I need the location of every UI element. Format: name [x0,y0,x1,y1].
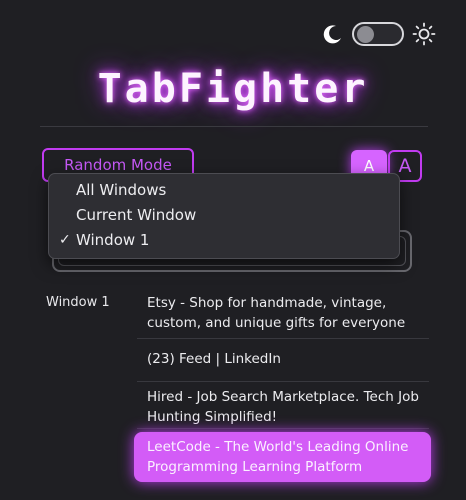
toggle-knob [357,26,374,43]
moon-icon [322,23,344,45]
menu-item-current-window[interactable]: Current Window [49,203,399,228]
tab-divider [137,338,429,339]
tab-item[interactable]: Hired - Job Search Marketplace. Tech Job… [137,387,429,427]
tab-divider [137,381,429,382]
tab-divider [137,428,429,429]
menu-item-label: Current Window [76,206,197,224]
theme-switcher [322,22,436,46]
tab-item-active[interactable]: LeetCode - The World's Leading Online Pr… [134,432,431,482]
sun-icon [412,22,436,46]
menu-item-label: All Windows [76,181,167,199]
window-dropdown-menu: All Windows Current Window ✓ Window 1 [48,173,400,259]
tab-item[interactable]: (23) Feed | LinkedIn [137,349,429,369]
divider [40,126,428,127]
theme-toggle[interactable] [352,22,404,46]
tab-item[interactable]: Etsy - Shop for handmade, vintage, custo… [137,293,429,333]
window-group-label: Window 1 [46,295,110,310]
menu-item-all-windows[interactable]: All Windows [49,178,399,203]
checkmark-icon: ✓ [59,232,71,248]
menu-item-label: Window 1 [76,231,150,249]
app-title: TabFighter [97,66,369,112]
menu-item-window-1[interactable]: ✓ Window 1 [49,228,399,253]
